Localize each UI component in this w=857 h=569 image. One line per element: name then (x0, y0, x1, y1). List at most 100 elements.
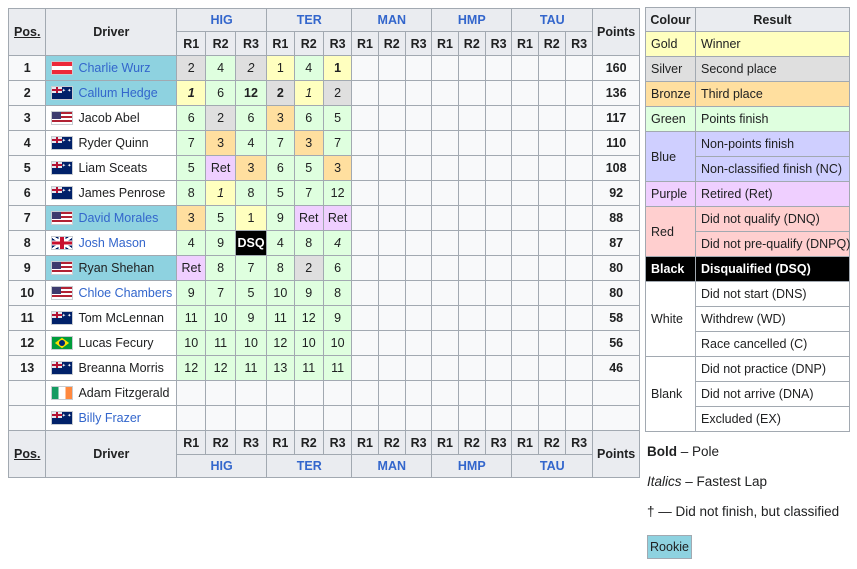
result-cell (457, 330, 486, 356)
race-header-hig-r3: R3 (234, 430, 268, 455)
result-cell (511, 305, 539, 331)
aus-flag-icon (51, 161, 74, 175)
driver-name[interactable]: Josh Mason (78, 236, 145, 250)
legend-result: Second place (695, 56, 850, 82)
result-cell (377, 130, 406, 156)
track-header-ter[interactable]: TER (266, 8, 353, 32)
standings-row: 2Callum Hedge1612212136 (7, 80, 640, 106)
result-cell (484, 405, 513, 431)
result-cell: 10 (322, 330, 353, 356)
race-header-hig-r2: R2 (205, 430, 236, 455)
result-cell (457, 355, 486, 381)
result-cell: 11 (293, 355, 324, 381)
result-cell: 9 (205, 230, 236, 256)
points-cell: 80 (592, 280, 640, 306)
driver-name[interactable]: Charlie Wurz (78, 61, 150, 75)
position-cell: 12 (7, 330, 47, 356)
driver-name: Jacob Abel (78, 111, 140, 125)
result-cell (457, 380, 486, 406)
result-cell (404, 405, 433, 431)
track-footer-tau[interactable]: TAU (511, 454, 594, 478)
legend-result: Withdrew (WD) (695, 306, 850, 332)
result-cell (431, 230, 459, 256)
result-cell (537, 180, 566, 206)
race-header-tau-r2: R2 (537, 31, 566, 56)
driver-name[interactable]: Callum Hedge (78, 86, 157, 100)
result-cell (431, 105, 459, 131)
result-cell: 4 (176, 230, 207, 256)
note-italic-text: – Fastest Lap (681, 474, 768, 489)
driver-name[interactable]: Chloe Chambers (78, 286, 172, 300)
legend-result: Third place (695, 81, 850, 107)
driver-name: Tom McLennan (78, 311, 164, 325)
legend-colour-gold: Gold (645, 31, 696, 57)
position-cell: 3 (7, 105, 47, 131)
result-cell (484, 155, 513, 181)
legend-row: Bronze Third place (645, 81, 850, 107)
track-header-man[interactable]: MAN (351, 8, 433, 32)
result-cell (564, 105, 594, 131)
result-cell (537, 80, 566, 106)
result-cell (377, 105, 406, 131)
result-cell (484, 355, 513, 381)
driver-name[interactable]: David Morales (78, 211, 158, 225)
aus-flag-icon (51, 411, 74, 425)
driver-name: James Penrose (78, 186, 166, 200)
track-header-hig[interactable]: HIG (176, 8, 268, 32)
driver-cell[interactable]: David Morales (45, 205, 178, 231)
points-cell: 92 (592, 180, 640, 206)
result-cell (431, 280, 459, 306)
result-cell (564, 205, 594, 231)
result-cell (404, 55, 433, 81)
points-cell: 110 (592, 130, 640, 156)
track-header-hmp[interactable]: HMP (431, 8, 513, 32)
driver-cell[interactable]: Chloe Chambers (45, 280, 178, 306)
race-header-man-r3: R3 (404, 430, 433, 455)
result-cell (537, 55, 566, 81)
result-cell (351, 405, 379, 431)
legend-colour-purple: Purple (645, 181, 696, 207)
driver-cell[interactable]: Billy Frazer (45, 405, 178, 431)
result-cell: 3 (176, 205, 207, 231)
driver-name: Liam Sceats (78, 161, 148, 175)
position-cell: 11 (7, 305, 47, 331)
result-cell (377, 180, 406, 206)
track-footer-hmp[interactable]: HMP (431, 454, 513, 478)
race-header-ter-r1: R1 (266, 31, 295, 56)
driver-cell[interactable]: Josh Mason (45, 230, 178, 256)
standings-row: 11Tom McLennan111091112958 (7, 305, 640, 331)
track-footer-hig[interactable]: HIG (176, 454, 268, 478)
driver-name: Lucas Fecury (78, 336, 154, 350)
result-cell: 3 (205, 130, 236, 156)
legend-result: Did not arrive (DNA) (695, 381, 850, 407)
note-bold-text: – Pole (677, 444, 720, 459)
driver-name[interactable]: Billy Frazer (78, 411, 141, 425)
result-cell (431, 255, 459, 281)
legend-result: Did not pre-qualify (DNPQ) (695, 231, 850, 257)
result-cell: 5 (205, 205, 236, 231)
result-cell: 7 (205, 280, 236, 306)
result-cell: 10 (176, 330, 207, 356)
standings-row: 9 Ryan Shehan Ret 8 7 8 2 6 80 (7, 255, 640, 281)
driver-cell: Lucas Fecury (45, 330, 178, 356)
note-italic-word: Italics (647, 474, 682, 489)
driver-cell: Ryan Shehan (45, 255, 178, 281)
track-header-tau[interactable]: TAU (511, 8, 594, 32)
result-cell (377, 405, 406, 431)
track-footer-man[interactable]: MAN (351, 454, 433, 478)
race-header-man-r2: R2 (377, 430, 406, 455)
result-cell (377, 280, 406, 306)
points-cell: 87 (592, 230, 640, 256)
result-cell (431, 155, 459, 181)
driver-cell[interactable]: Charlie Wurz (45, 55, 178, 81)
result-cell: 2 (322, 80, 353, 106)
result-cell: 7 (266, 130, 295, 156)
race-header-ter-r3: R3 (322, 430, 353, 455)
points-cell (592, 380, 640, 406)
race-header-tau-r1: R1 (511, 430, 539, 455)
result-cell (404, 330, 433, 356)
result-cell (351, 305, 379, 331)
driver-cell[interactable]: Callum Hedge (45, 80, 178, 106)
track-footer-ter[interactable]: TER (266, 454, 353, 478)
result-cell: 11 (322, 355, 353, 381)
